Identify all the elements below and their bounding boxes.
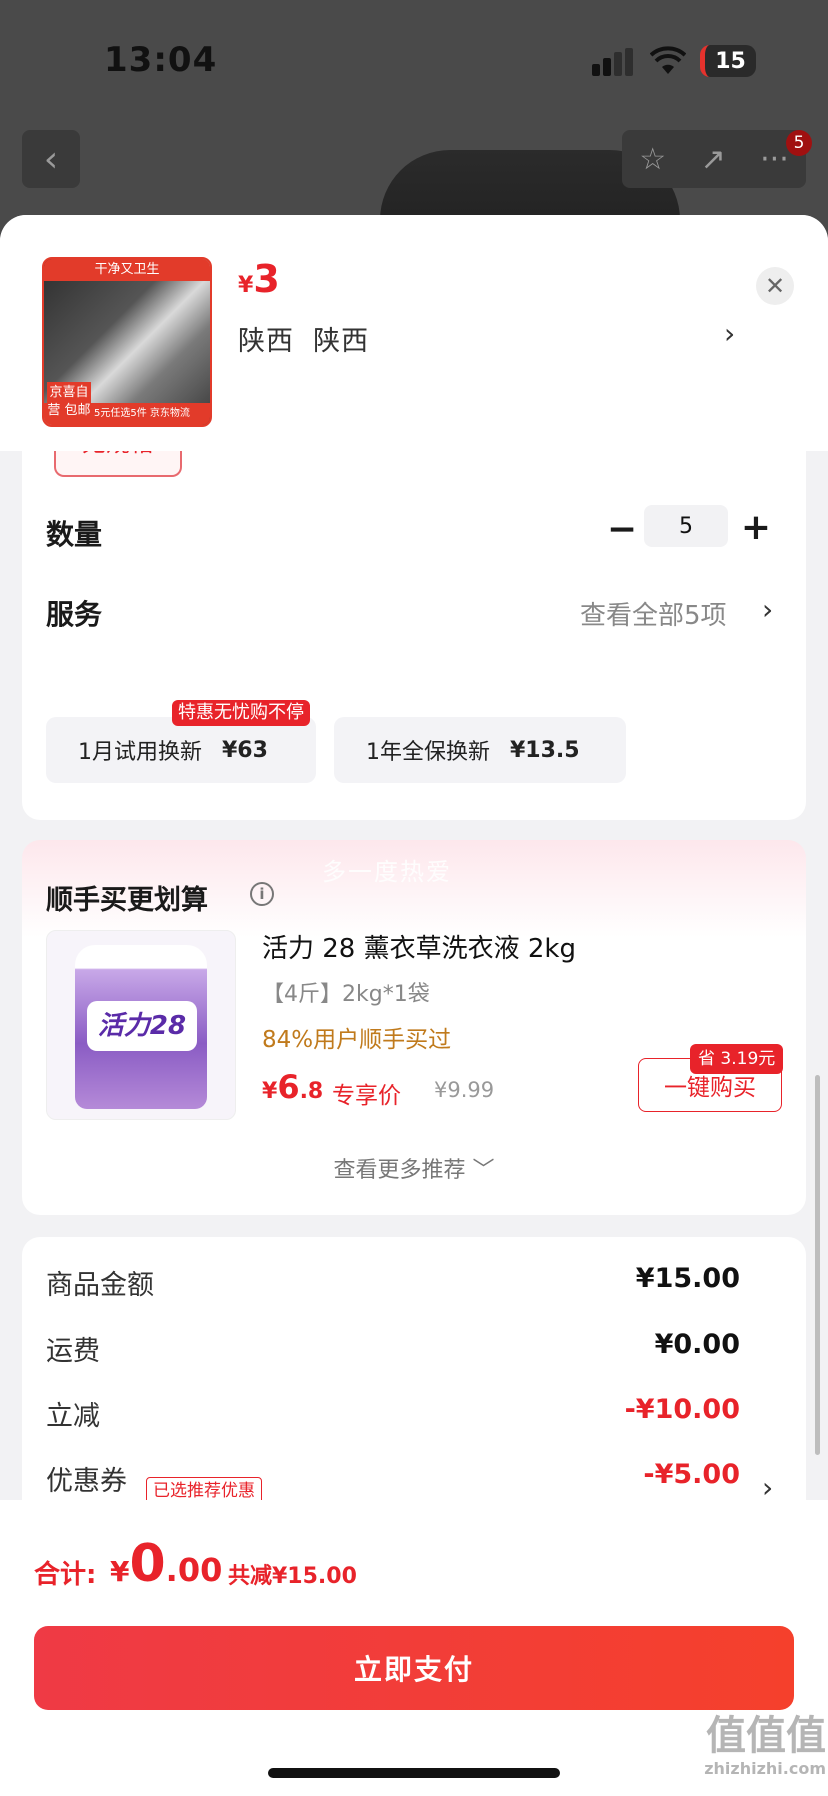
- product-thumbnail[interactable]: 干净又卫生 5元任选5件 京东物流 京喜自营 包邮: [42, 257, 212, 427]
- close-icon: ✕: [764, 272, 786, 300]
- battery-icon: 15: [700, 45, 756, 77]
- service-option-warranty[interactable]: 1年全保换新 ¥13.5: [334, 717, 626, 783]
- signal-icon: [592, 48, 636, 76]
- product-price: ¥3: [238, 257, 280, 301]
- addon-exclusive-label: 专享价: [332, 1083, 401, 1109]
- summary-label-discount: 立减: [46, 1401, 100, 1432]
- star-icon[interactable]: ☆: [639, 142, 666, 177]
- service-option-name: 1月试用换新: [78, 740, 202, 765]
- more-icon[interactable]: ···: [760, 142, 789, 177]
- total-amount: ¥0.00: [110, 1534, 223, 1594]
- site-watermark-logo: 值值值 zhizhizhi.com: [704, 1713, 826, 1778]
- total-reduction: 共减¥15.00: [228, 1564, 357, 1589]
- summary-value-discount: -¥10.00: [624, 1394, 740, 1425]
- price-summary-card: 商品金额 ¥15.00 运费 ¥0.00 立减 -¥10.00 优惠券 已选推荐…: [22, 1237, 806, 1537]
- service-label: 服务: [46, 598, 103, 631]
- addon-bought-percent: 84%用户顺手买过: [262, 1027, 452, 1053]
- top-actions: ☆ ↗ ···: [622, 130, 806, 188]
- total-label: 合计:: [34, 1560, 97, 1590]
- addon-image-label: 活力28: [87, 1001, 197, 1051]
- service-option-trial[interactable]: 1月试用换新 ¥63: [46, 717, 316, 783]
- addon-original-price: ¥9.99: [434, 1078, 495, 1102]
- service-option-price: ¥13.5: [510, 737, 580, 763]
- service-view-all[interactable]: 查看全部5项: [580, 595, 727, 632]
- close-button[interactable]: ✕: [756, 267, 794, 305]
- chevron-left-icon: ‹: [43, 138, 59, 180]
- summary-value-goods: ¥15.00: [635, 1263, 740, 1294]
- addon-price: ¥6.8: [262, 1068, 324, 1106]
- summary-label-coupon[interactable]: 优惠券: [46, 1459, 127, 1498]
- addon-card: 多一度热爱 顺手买更划算 i 活力28 活力 28 薰衣草洗衣液 2kg 【4斤…: [22, 840, 806, 1215]
- sheet-header: 干净又卫生 5元任选5件 京东物流 京喜自营 包邮 ¥3 陕西 陕西 › ✕: [0, 215, 828, 451]
- options-card: 无规格 数量 − + 服务 查看全部5项 › 1月试用换新¥63 特惠无忧购不停…: [22, 405, 806, 820]
- addon-watermark: 多一度热爱: [322, 858, 452, 886]
- summary-value-coupon[interactable]: -¥5.00: [643, 1459, 740, 1490]
- home-indicator[interactable]: [268, 1768, 560, 1778]
- scrollbar[interactable]: [815, 1075, 820, 1455]
- share-icon[interactable]: ↗: [701, 142, 726, 177]
- addon-product-name[interactable]: 活力 28 薰衣草洗衣液 2kg: [262, 928, 576, 965]
- quantity-decrease-button[interactable]: −: [602, 509, 642, 550]
- addon-save-badge: 省 3.19元: [690, 1044, 784, 1074]
- service-option-name: 1年全保换新: [366, 740, 490, 765]
- chevron-right-icon[interactable]: ›: [724, 317, 735, 350]
- back-button[interactable]: ‹: [22, 130, 80, 188]
- quantity-label: 数量: [46, 518, 103, 551]
- service-promo-tag: 特惠无忧购不停: [172, 700, 310, 726]
- quantity-increase-button[interactable]: +: [736, 507, 776, 548]
- addon-product-image[interactable]: 活力28: [46, 930, 236, 1120]
- message-badge: 5: [786, 130, 812, 156]
- region-selector[interactable]: 陕西 陕西: [238, 319, 369, 358]
- status-time: 13:04: [104, 40, 218, 80]
- pay-now-button[interactable]: 立即支付: [34, 1626, 794, 1710]
- thumb-left-text: 京喜自营 包邮: [47, 382, 91, 422]
- wifi-icon: [650, 46, 686, 74]
- addon-title: 顺手买更划算: [46, 885, 208, 916]
- status-bar: 13:04 15: [0, 0, 828, 120]
- view-more-recommendations[interactable]: 查看更多推荐 ﹀: [22, 1152, 806, 1184]
- summary-label-goods: 商品金额: [46, 1270, 154, 1301]
- chevron-right-icon[interactable]: ›: [762, 593, 773, 626]
- summary-value-shipping: ¥0.00: [654, 1329, 740, 1360]
- summary-label-shipping: 运费: [46, 1336, 100, 1367]
- thumb-top-text: 干净又卫生: [44, 259, 210, 281]
- addon-product-spec: 【4斤】2kg*1袋: [262, 982, 430, 1007]
- quantity-input[interactable]: [644, 505, 728, 547]
- info-icon[interactable]: i: [250, 882, 274, 906]
- service-option-price: ¥63: [222, 737, 268, 763]
